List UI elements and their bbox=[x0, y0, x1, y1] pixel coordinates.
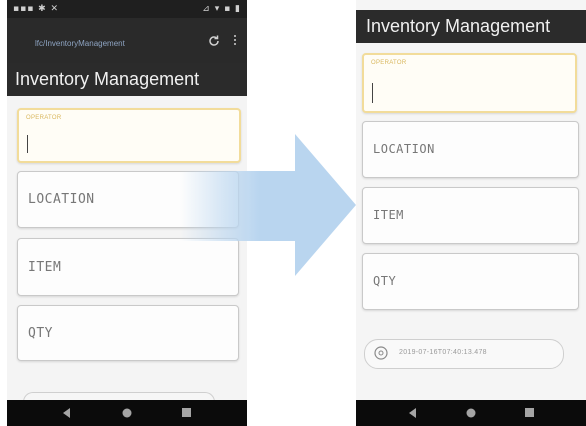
status-bar: ▪▪▪ ✱ ✕ ⊿ ▾ ▪ ▮ bbox=[7, 0, 247, 18]
operator-field[interactable]: OPERATOR bbox=[362, 53, 577, 113]
app-header: Inventory Management bbox=[7, 63, 247, 96]
nav-recent-icon[interactable] bbox=[182, 408, 191, 417]
operator-label: OPERATOR bbox=[26, 115, 62, 121]
history-entry-pill[interactable]: 2019-07-16T07:40:13.478 bbox=[364, 339, 564, 369]
item-field[interactable]: ITEM bbox=[362, 187, 579, 244]
phone-screen-after: Inventory Management OPERATOR LOCATION I… bbox=[356, 0, 586, 426]
url-text[interactable]: lfc/InventoryManagement bbox=[35, 39, 125, 48]
qty-placeholder: QTY bbox=[28, 326, 53, 341]
text-caret bbox=[372, 83, 373, 103]
history-entry-text: 2019-07-16T07:40:13.478 bbox=[399, 349, 487, 356]
reload-icon[interactable] bbox=[207, 34, 221, 48]
app-title: Inventory Management bbox=[366, 16, 551, 36]
nav-home-icon[interactable] bbox=[466, 408, 476, 418]
status-icons-right: ⊿ ▾ ▪ ▮ bbox=[202, 4, 241, 14]
qty-field[interactable]: QTY bbox=[17, 305, 239, 361]
location-placeholder: LOCATION bbox=[373, 142, 435, 156]
app-header: Inventory Management bbox=[356, 10, 586, 43]
location-placeholder: LOCATION bbox=[28, 192, 95, 207]
nav-recent-icon[interactable] bbox=[525, 408, 534, 417]
location-field[interactable]: LOCATION bbox=[362, 121, 579, 178]
item-placeholder: ITEM bbox=[373, 208, 404, 222]
kebab-menu-icon[interactable] bbox=[233, 35, 237, 47]
android-nav-bar bbox=[7, 400, 247, 426]
nav-home-icon[interactable] bbox=[122, 408, 132, 418]
right-arrow-icon bbox=[180, 134, 356, 276]
qty-placeholder: QTY bbox=[373, 274, 397, 288]
clock-icon bbox=[374, 346, 388, 360]
browser-url-bar: lfc/InventoryManagement bbox=[7, 18, 247, 63]
operator-label: OPERATOR bbox=[371, 60, 407, 66]
qty-field[interactable]: QTY bbox=[362, 253, 579, 310]
android-nav-bar bbox=[356, 400, 586, 426]
text-caret bbox=[27, 135, 28, 153]
nav-back-icon[interactable] bbox=[63, 408, 71, 418]
app-title: Inventory Management bbox=[15, 69, 200, 89]
item-placeholder: ITEM bbox=[28, 260, 62, 275]
status-icons-left: ▪▪▪ ✱ ✕ bbox=[13, 4, 60, 14]
nav-back-icon[interactable] bbox=[409, 408, 417, 418]
